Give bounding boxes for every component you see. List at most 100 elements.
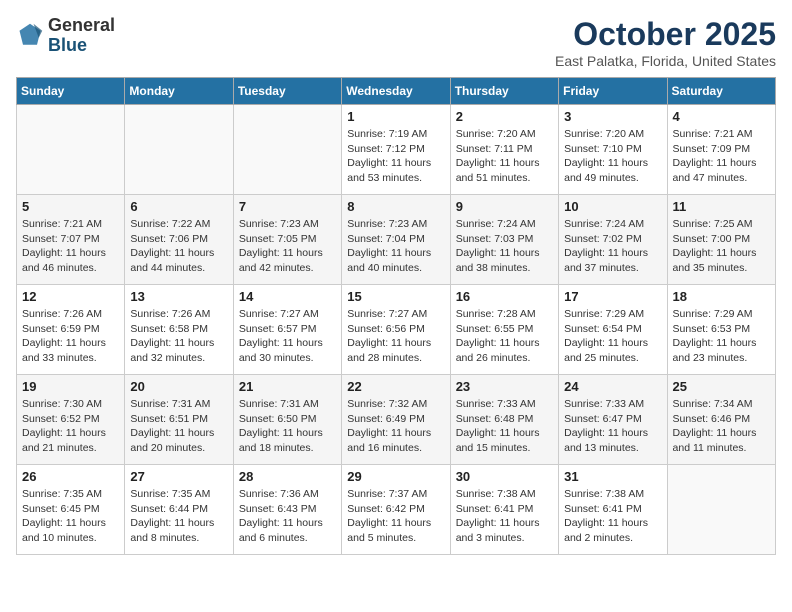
day-cell: 7Sunrise: 7:23 AMSunset: 7:05 PMDaylight… xyxy=(233,195,341,285)
day-number: 4 xyxy=(673,109,770,124)
day-number: 27 xyxy=(130,469,227,484)
day-cell: 14 Sunrise: 7:27 AMSunset: 6:57 PMDayligh… xyxy=(233,285,341,375)
day-cell: 23Sunrise: 7:33 AMSunset: 6:48 PMDayligh… xyxy=(450,375,558,465)
logo-blue-text: Blue xyxy=(48,36,115,56)
day-cell: 29 Sunrise: 7:37 AMSunset: 6:42 PMDayligh… xyxy=(342,465,450,555)
day-cell xyxy=(233,105,341,195)
week-row-1: 1Sunrise: 7:19 AMSunset: 7:12 PMDaylight… xyxy=(17,105,776,195)
header-tuesday: Tuesday xyxy=(233,78,341,105)
header-saturday: Saturday xyxy=(667,78,775,105)
day-detail: Sunrise: 7:36 AMSunset: 6:43 PMDaylight:… xyxy=(239,487,336,546)
day-number: 31 xyxy=(564,469,661,484)
day-detail: Sunrise: 7:26 AMSunset: 6:58 PMDaylight:… xyxy=(130,307,227,366)
day-number: 2 xyxy=(456,109,553,124)
day-detail: Sunrise: 7:30 AMSunset: 6:52 PMDaylight:… xyxy=(22,397,119,456)
day-cell: 12 Sunrise: 7:26 AMSunset: 6:59 PMDayligh… xyxy=(17,285,125,375)
month-title: October 2025 xyxy=(555,16,776,53)
day-cell: 15Sunrise: 7:27 AMSunset: 6:56 PMDayligh… xyxy=(342,285,450,375)
day-cell xyxy=(125,105,233,195)
day-cell: 16 Sunrise: 7:28 AMSunset: 6:55 PMDayligh… xyxy=(450,285,558,375)
day-detail: Sunrise: 7:21 AMSunset: 7:07 PMDaylight:… xyxy=(22,217,119,276)
header-wednesday: Wednesday xyxy=(342,78,450,105)
day-detail: Sunrise: 7:32 AMSunset: 6:49 PMDaylight:… xyxy=(347,397,444,456)
day-cell: 28 Sunrise: 7:36 AMSunset: 6:43 PMDayligh… xyxy=(233,465,341,555)
week-row-4: 19 Sunrise: 7:30 AMSunset: 6:52 PMDayligh… xyxy=(17,375,776,465)
header-row: SundayMondayTuesdayWednesdayThursdayFrid… xyxy=(17,78,776,105)
day-detail: Sunrise: 7:22 AMSunset: 7:06 PMDaylight:… xyxy=(130,217,227,276)
day-number: 22 xyxy=(347,379,444,394)
day-cell: 3Sunrise: 7:20 AMSunset: 7:10 PMDaylight… xyxy=(559,105,667,195)
day-cell: 9 Sunrise: 7:24 AMSunset: 7:03 PMDaylight… xyxy=(450,195,558,285)
day-number: 10 xyxy=(564,199,661,214)
week-row-3: 12 Sunrise: 7:26 AMSunset: 6:59 PMDayligh… xyxy=(17,285,776,375)
day-number: 8 xyxy=(347,199,444,214)
day-detail: Sunrise: 7:38 AMSunset: 6:41 PMDaylight:… xyxy=(564,487,661,546)
day-detail: Sunrise: 7:27 AMSunset: 6:57 PMDaylight:… xyxy=(239,307,336,366)
header-thursday: Thursday xyxy=(450,78,558,105)
day-detail: Sunrise: 7:37 AMSunset: 6:42 PMDaylight:… xyxy=(347,487,444,546)
day-number: 16 xyxy=(456,289,553,304)
day-cell: 13 Sunrise: 7:26 AMSunset: 6:58 PMDayligh… xyxy=(125,285,233,375)
day-cell: 2 Sunrise: 7:20 AMSunset: 7:11 PMDaylight… xyxy=(450,105,558,195)
day-cell: 5 Sunrise: 7:21 AMSunset: 7:07 PMDaylight… xyxy=(17,195,125,285)
day-number: 25 xyxy=(673,379,770,394)
day-number: 9 xyxy=(456,199,553,214)
calendar-table: SundayMondayTuesdayWednesdayThursdayFrid… xyxy=(16,77,776,555)
day-cell: 25 Sunrise: 7:34 AMSunset: 6:46 PMDayligh… xyxy=(667,375,775,465)
day-detail: Sunrise: 7:20 AMSunset: 7:11 PMDaylight:… xyxy=(456,127,553,186)
day-cell xyxy=(17,105,125,195)
day-detail: Sunrise: 7:38 AMSunset: 6:41 PMDaylight:… xyxy=(456,487,553,546)
day-detail: Sunrise: 7:35 AMSunset: 6:44 PMDaylight:… xyxy=(130,487,227,546)
day-cell xyxy=(667,465,775,555)
day-number: 5 xyxy=(22,199,119,214)
day-number: 26 xyxy=(22,469,119,484)
day-cell: 6Sunrise: 7:22 AMSunset: 7:06 PMDaylight… xyxy=(125,195,233,285)
week-row-5: 26Sunrise: 7:35 AMSunset: 6:45 PMDayligh… xyxy=(17,465,776,555)
week-row-2: 5 Sunrise: 7:21 AMSunset: 7:07 PMDaylight… xyxy=(17,195,776,285)
day-cell: 11Sunrise: 7:25 AMSunset: 7:00 PMDayligh… xyxy=(667,195,775,285)
day-number: 20 xyxy=(130,379,227,394)
day-number: 21 xyxy=(239,379,336,394)
day-cell: 22 Sunrise: 7:32 AMSunset: 6:49 PMDayligh… xyxy=(342,375,450,465)
header-friday: Friday xyxy=(559,78,667,105)
day-cell: 18 Sunrise: 7:29 AMSunset: 6:53 PMDayligh… xyxy=(667,285,775,375)
day-detail: Sunrise: 7:27 AMSunset: 6:56 PMDaylight:… xyxy=(347,307,444,366)
day-cell: 8 Sunrise: 7:23 AMSunset: 7:04 PMDaylight… xyxy=(342,195,450,285)
day-cell: 17Sunrise: 7:29 AMSunset: 6:54 PMDayligh… xyxy=(559,285,667,375)
day-number: 29 xyxy=(347,469,444,484)
day-cell: 24Sunrise: 7:33 AMSunset: 6:47 PMDayligh… xyxy=(559,375,667,465)
day-detail: Sunrise: 7:24 AMSunset: 7:03 PMDaylight:… xyxy=(456,217,553,276)
day-number: 14 xyxy=(239,289,336,304)
day-cell: 19 Sunrise: 7:30 AMSunset: 6:52 PMDayligh… xyxy=(17,375,125,465)
day-detail: Sunrise: 7:33 AMSunset: 6:47 PMDaylight:… xyxy=(564,397,661,456)
day-detail: Sunrise: 7:25 AMSunset: 7:00 PMDaylight:… xyxy=(673,217,770,276)
page-header: General Blue October 2025 East Palatka, … xyxy=(16,16,776,69)
day-detail: Sunrise: 7:26 AMSunset: 6:59 PMDaylight:… xyxy=(22,307,119,366)
day-detail: Sunrise: 7:20 AMSunset: 7:10 PMDaylight:… xyxy=(564,127,661,186)
day-cell: 31 Sunrise: 7:38 AMSunset: 6:41 PMDayligh… xyxy=(559,465,667,555)
day-cell: 20 Sunrise: 7:31 AMSunset: 6:51 PMDayligh… xyxy=(125,375,233,465)
day-cell: 10Sunrise: 7:24 AMSunset: 7:02 PMDayligh… xyxy=(559,195,667,285)
day-number: 28 xyxy=(239,469,336,484)
logo-icon xyxy=(16,22,44,50)
day-detail: Sunrise: 7:19 AMSunset: 7:12 PMDaylight:… xyxy=(347,127,444,186)
title-block: October 2025 East Palatka, Florida, Unit… xyxy=(555,16,776,69)
day-number: 13 xyxy=(130,289,227,304)
day-cell: 26Sunrise: 7:35 AMSunset: 6:45 PMDayligh… xyxy=(17,465,125,555)
header-monday: Monday xyxy=(125,78,233,105)
day-detail: Sunrise: 7:34 AMSunset: 6:46 PMDaylight:… xyxy=(673,397,770,456)
day-number: 7 xyxy=(239,199,336,214)
day-number: 19 xyxy=(22,379,119,394)
day-number: 30 xyxy=(456,469,553,484)
header-sunday: Sunday xyxy=(17,78,125,105)
day-detail: Sunrise: 7:23 AMSunset: 7:04 PMDaylight:… xyxy=(347,217,444,276)
day-cell: 1Sunrise: 7:19 AMSunset: 7:12 PMDaylight… xyxy=(342,105,450,195)
day-number: 18 xyxy=(673,289,770,304)
day-detail: Sunrise: 7:29 AMSunset: 6:53 PMDaylight:… xyxy=(673,307,770,366)
day-detail: Sunrise: 7:28 AMSunset: 6:55 PMDaylight:… xyxy=(456,307,553,366)
day-detail: Sunrise: 7:33 AMSunset: 6:48 PMDaylight:… xyxy=(456,397,553,456)
day-number: 12 xyxy=(22,289,119,304)
day-cell: 27 Sunrise: 7:35 AMSunset: 6:44 PMDayligh… xyxy=(125,465,233,555)
day-cell: 30 Sunrise: 7:38 AMSunset: 6:41 PMDayligh… xyxy=(450,465,558,555)
day-detail: Sunrise: 7:31 AMSunset: 6:51 PMDaylight:… xyxy=(130,397,227,456)
